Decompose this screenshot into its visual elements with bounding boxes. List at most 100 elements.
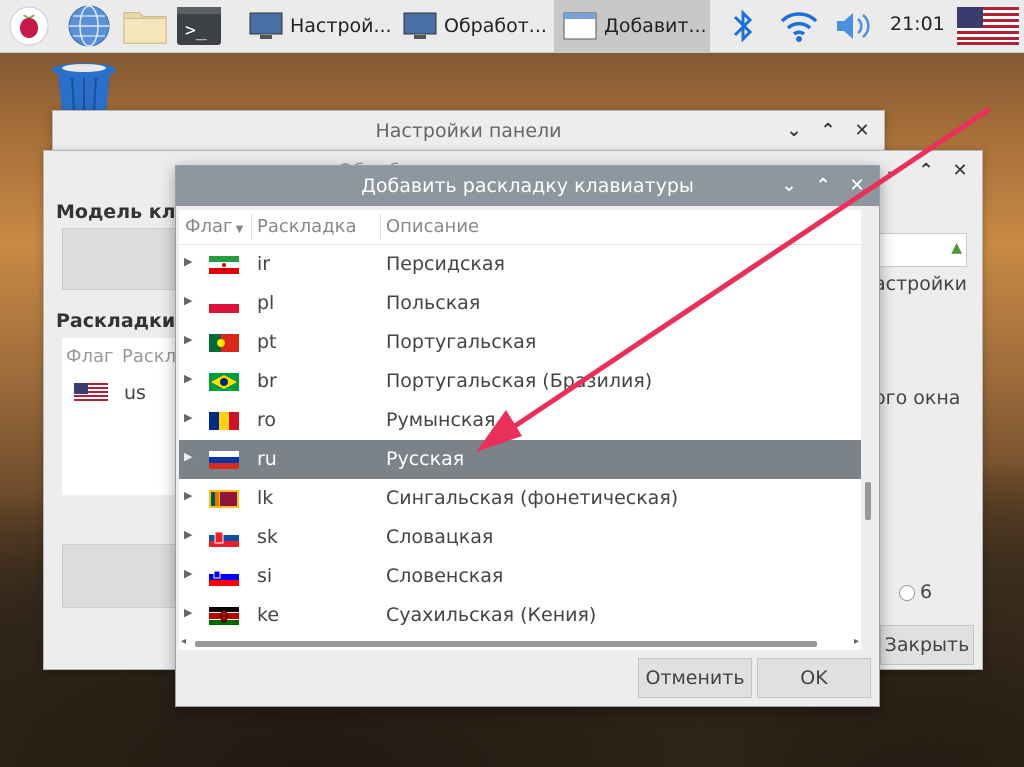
- maximize-icon[interactable]: ⌃: [816, 119, 840, 143]
- browser-globe-icon[interactable]: [66, 4, 112, 48]
- column-flag-label: Флаг: [185, 216, 233, 237]
- window-controls: ⌄ ⌃ ✕: [880, 159, 972, 183]
- flag-icon: [209, 568, 239, 586]
- window-label: ого окна: [874, 387, 961, 409]
- expander-icon[interactable]: ▶: [184, 294, 192, 307]
- expander-icon[interactable]: ▶: [184, 411, 192, 424]
- layout-description: Русская: [386, 448, 465, 470]
- vertical-scrollbar[interactable]: [862, 210, 874, 636]
- scroll-left-icon[interactable]: ◂: [181, 636, 186, 647]
- list-header: Флаг ▼ Раскладка Описание: [179, 210, 861, 245]
- expander-icon[interactable]: ▶: [184, 333, 192, 346]
- list-item[interactable]: ▶ br Португальская (Бразилия): [179, 362, 861, 401]
- task-panel-settings[interactable]: Настрой...: [240, 0, 392, 52]
- model-combo[interactable]: [62, 228, 184, 290]
- list-item[interactable]: ▶ ke Суахильская (Кения): [179, 596, 861, 635]
- scroll-thumb[interactable]: [865, 482, 871, 520]
- dialog-window-controls: ⌄ ⌃ ✕: [777, 174, 869, 198]
- flag-icon: [209, 529, 239, 547]
- close-button[interactable]: Закрыть: [880, 625, 974, 665]
- text-field[interactable]: ▲: [879, 233, 967, 267]
- trash-icon[interactable]: [48, 62, 120, 112]
- close-icon[interactable]: ✕: [850, 119, 874, 143]
- layout-code: ke: [257, 604, 280, 626]
- minimize-icon[interactable]: ⌄: [782, 119, 806, 143]
- list-item[interactable]: ▶ lk Сингальская (фонетическая): [179, 479, 861, 518]
- flag-icon: [209, 373, 239, 391]
- col-flag: Флаг: [66, 346, 114, 367]
- layout-code: pt: [257, 331, 277, 353]
- layouts-list[interactable]: Флаг Раскл us: [62, 338, 182, 495]
- flag-icon: [209, 256, 239, 274]
- close-icon[interactable]: ✕: [948, 159, 972, 183]
- flag-icon: [209, 490, 239, 508]
- close-icon[interactable]: ✕: [845, 174, 869, 198]
- volume-icon[interactable]: [830, 4, 876, 48]
- minimize-icon[interactable]: ⌄: [880, 159, 904, 183]
- layout-code: sk: [257, 526, 278, 548]
- col-layout: Раскл: [122, 346, 177, 367]
- clock[interactable]: 21:01: [890, 13, 945, 35]
- ok-button[interactable]: OK: [757, 658, 871, 698]
- window-controls: ⌄ ⌃ ✕: [782, 119, 874, 143]
- layout-description: Румынская: [386, 409, 496, 431]
- maximize-icon[interactable]: ⌃: [811, 174, 835, 198]
- column-description[interactable]: Описание: [386, 216, 479, 237]
- column-flag[interactable]: Флаг ▼: [185, 216, 243, 237]
- us-flag-icon[interactable]: [956, 4, 1020, 48]
- list-item[interactable]: ▶ ir Персидская: [179, 245, 861, 284]
- cancel-button[interactable]: Отменить: [638, 658, 752, 698]
- settings-label: астройки: [874, 273, 968, 295]
- task-label: Обработ...: [444, 15, 547, 37]
- scroll-thumb[interactable]: [195, 641, 817, 647]
- list-item[interactable]: ▶ pt Португальская: [179, 323, 861, 362]
- layout-code: si: [257, 565, 273, 587]
- list-item-selected[interactable]: ▶ ru Русская: [179, 440, 861, 479]
- radio-button[interactable]: [899, 585, 915, 601]
- flag-icon: [209, 607, 239, 625]
- expander-icon[interactable]: ▶: [184, 450, 192, 463]
- us-flag-icon: [74, 383, 108, 403]
- flag-icon: [209, 412, 239, 430]
- expander-icon[interactable]: ▶: [184, 567, 192, 580]
- minimize-icon[interactable]: ⌄: [777, 174, 801, 198]
- expander-icon[interactable]: ▶: [184, 528, 192, 541]
- window-title: Настройки панели: [375, 120, 562, 142]
- expander-icon[interactable]: ▶: [184, 255, 192, 268]
- bluetooth-icon[interactable]: [720, 4, 766, 48]
- layout-code: br: [257, 370, 277, 392]
- layout-list[interactable]: Флаг ▼ Раскладка Описание ▶ ir Персидская ▶…: [179, 210, 861, 636]
- expander-icon[interactable]: ▶: [184, 372, 192, 385]
- layouts-label: Раскладки к: [56, 310, 195, 332]
- model-label: Модель кла: [56, 201, 189, 223]
- wifi-icon[interactable]: [776, 4, 822, 48]
- layout-code: ro: [257, 409, 277, 431]
- maximize-icon[interactable]: ⌃: [914, 159, 938, 183]
- radio-label: 6: [920, 581, 933, 603]
- file-manager-folder-icon[interactable]: [122, 4, 168, 48]
- layout-description: Персидская: [386, 253, 505, 275]
- scroll-right-icon[interactable]: ▸: [854, 636, 859, 647]
- horizontal-scrollbar[interactable]: ◂ ▸: [179, 636, 861, 650]
- column-layout[interactable]: Раскладка: [257, 216, 357, 237]
- task-add-layout[interactable]: Добавит...: [554, 0, 710, 52]
- layout-code: lk: [257, 487, 274, 509]
- list-item[interactable]: ▶ si Словенская: [179, 557, 861, 596]
- column-separator: [251, 214, 252, 240]
- layout-description: Словенская: [386, 565, 504, 587]
- terminal-icon[interactable]: >_: [176, 4, 222, 48]
- list-item[interactable]: ▶ sk Словацкая: [179, 518, 861, 557]
- clear-icon[interactable]: ▲: [951, 240, 962, 256]
- list-item[interactable]: ▶ pl Польская: [179, 284, 861, 323]
- add-layout-dialog: Добавить раскладку клавиатуры ⌄ ⌃ ✕ Флаг…: [175, 165, 880, 707]
- task-label: Настрой...: [290, 15, 392, 37]
- monitor-icon: [403, 12, 437, 39]
- expander-icon[interactable]: ▶: [184, 606, 192, 619]
- layout-code: us: [124, 382, 146, 404]
- layout-description: Словацкая: [386, 526, 494, 548]
- add-button[interactable]: [62, 544, 184, 608]
- raspberry-menu-icon[interactable]: [6, 4, 52, 48]
- list-item[interactable]: ▶ ro Румынская: [179, 401, 861, 440]
- task-keyboard-settings[interactable]: Обработ...: [394, 0, 552, 52]
- expander-icon[interactable]: ▶: [184, 489, 192, 502]
